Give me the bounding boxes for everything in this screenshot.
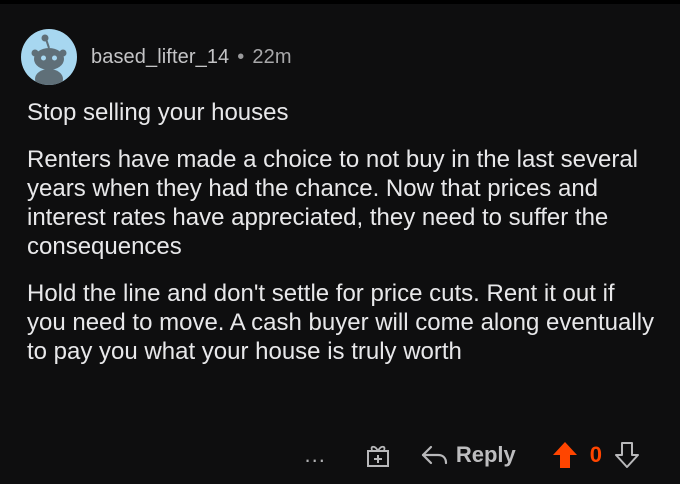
comment-timestamp: 22m: [252, 45, 292, 68]
upvote-button[interactable]: [552, 441, 578, 469]
award-button[interactable]: [366, 442, 390, 468]
comment-paragraph: Renters have made a choice to not buy in…: [27, 146, 639, 260]
comment-paragraph: Stop selling your houses: [27, 99, 289, 126]
reply-arrow-icon: [421, 445, 447, 465]
comment-paragraph: Hold the line and don't settle for price…: [27, 280, 655, 365]
upvote-arrow-icon: [552, 442, 577, 468]
avatar[interactable]: [21, 29, 77, 85]
comment-meta: based_lifter_14 • 22m: [91, 46, 292, 69]
gift-icon: [366, 445, 389, 467]
comment-actions: ... Reply 0: [304, 438, 640, 472]
snoo-avatar-icon: [31, 34, 67, 85]
comment-card: based_lifter_14 • 22m Stop selling your …: [0, 4, 680, 484]
reply-label: Reply: [455, 442, 516, 467]
reply-button[interactable]: Reply: [420, 442, 516, 468]
more-options-button[interactable]: ...: [304, 442, 325, 468]
meta-separator: •: [237, 45, 245, 68]
vote-score: 0: [589, 442, 602, 467]
downvote-button[interactable]: [614, 441, 640, 469]
author-name[interactable]: based_lifter_14: [91, 46, 229, 69]
comment-body: Stop selling your houses Renters have ma…: [27, 98, 657, 384]
downvote-arrow-icon: [615, 442, 639, 468]
comment-header: based_lifter_14 • 22m: [21, 29, 292, 85]
